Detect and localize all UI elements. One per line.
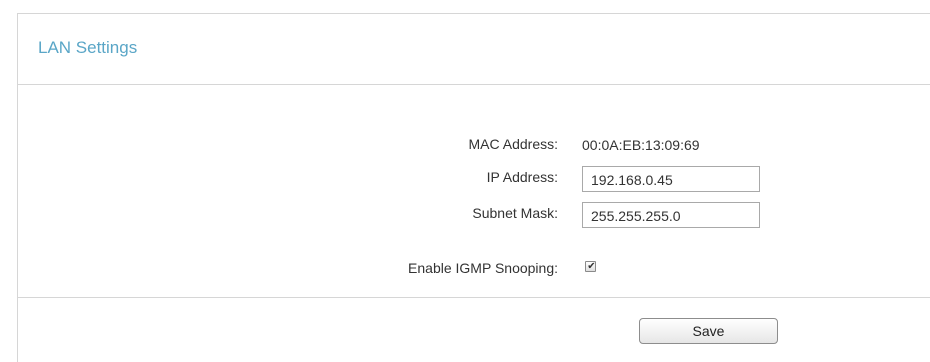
checkmark-icon: ✔	[587, 261, 596, 272]
divider-bottom	[18, 297, 930, 298]
igmp-snooping-label: Enable IGMP Snooping:	[408, 260, 558, 276]
mac-address-value: 00:0A:EB:13:09:69	[582, 137, 700, 153]
subnet-mask-input[interactable]	[582, 202, 760, 228]
ip-address-row: IP Address:	[18, 166, 930, 192]
mac-address-row: MAC Address: 00:0A:EB:13:09:69	[18, 133, 930, 157]
ip-address-label: IP Address:	[486, 169, 558, 185]
subnet-mask-label: Subnet Mask:	[472, 205, 558, 221]
section-title: LAN Settings	[38, 38, 138, 57]
igmp-snooping-checkbox[interactable]: ✔	[585, 261, 596, 272]
lan-settings-panel: LAN Settings MAC Address: 00:0A:EB:13:09…	[17, 13, 930, 362]
subnet-mask-row: Subnet Mask:	[18, 202, 930, 228]
save-button[interactable]: Save	[639, 318, 778, 344]
igmp-snooping-row: Enable IGMP Snooping: ✔	[18, 257, 930, 281]
divider-top	[18, 84, 930, 85]
ip-address-input[interactable]	[582, 166, 760, 192]
mac-address-label: MAC Address:	[468, 136, 558, 152]
